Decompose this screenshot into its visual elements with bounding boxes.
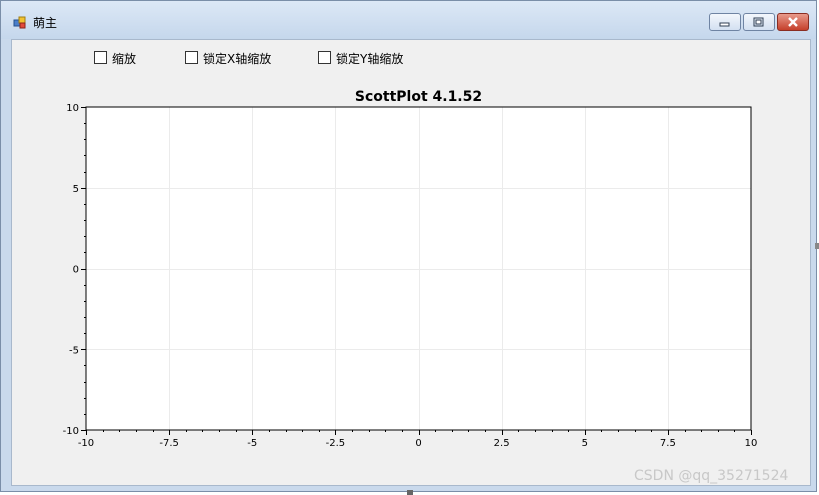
resize-handle-right[interactable] bbox=[815, 243, 819, 249]
x-tick-label: -7.5 bbox=[159, 438, 179, 449]
x-tick-label: 5 bbox=[582, 438, 588, 449]
x-tick-label: -5 bbox=[247, 438, 257, 449]
x-tick-label: -10 bbox=[78, 438, 94, 449]
resize-handle-bottom[interactable] bbox=[407, 490, 413, 495]
chart-title: ScottPlot 4.1.52 bbox=[355, 89, 482, 105]
x-tick-label: 2.5 bbox=[494, 438, 510, 449]
scottplot-chart[interactable]: ScottPlot 4.1.52 -10 -7.5 -5 -2.5 0 2.5 5 7.5 10… bbox=[0, 0, 819, 495]
y-tick-label: 5 bbox=[73, 184, 79, 195]
plot-area[interactable] bbox=[86, 107, 751, 430]
x-tick-label: -2.5 bbox=[326, 438, 346, 449]
watermark-text: CSDN @qq_35271524 bbox=[634, 468, 789, 484]
y-tick-label: -10 bbox=[63, 426, 79, 437]
y-tick-label: 10 bbox=[66, 103, 79, 114]
x-tick-label: 7.5 bbox=[660, 438, 676, 449]
x-tick-label: 10 bbox=[745, 438, 758, 449]
x-tick-label: 0 bbox=[415, 438, 421, 449]
y-tick-label: -5 bbox=[69, 345, 79, 356]
y-tick-label: 0 bbox=[73, 265, 79, 276]
